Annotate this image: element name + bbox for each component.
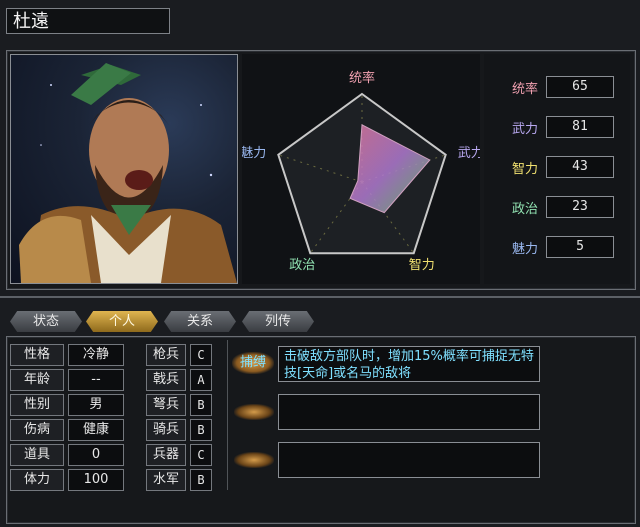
unit-row: 水军 B [146,469,222,491]
stat-row: 智力 43 [490,156,630,178]
tab-status[interactable]: 状态 [10,311,82,332]
attribute-row: 道具 0 [10,444,130,466]
unit-row: 戟兵 A [146,369,222,391]
skill-tag-capture[interactable]: 捕缚 [232,352,274,374]
stat-value: 65 [546,76,614,98]
skill-slot-empty [234,404,274,420]
attribute-label: 年龄 [10,369,64,391]
general-name: 杜遠 [6,8,170,34]
attribute-label: 道具 [10,444,64,466]
unit-row: 枪兵 C [146,344,222,366]
stat-label: 统率 [511,81,538,97]
unit-rank: C [190,344,212,366]
stat-value: 43 [546,156,614,178]
radar-label: 智力 [409,258,435,273]
unit-type-label: 兵器 [146,444,186,466]
attribute-value: 0 [68,444,124,466]
unit-row: 骑兵 B [146,419,222,441]
attribute-row: 性格 冷静 [10,344,130,366]
attribute-row: 年龄 -- [10,369,130,391]
attribute-label: 性格 [10,344,64,366]
stat-value: 81 [546,116,614,138]
stat-row: 政治 23 [490,196,630,218]
attribute-row: 体力 100 [10,469,130,491]
stat-row: 魅力 5 [490,236,630,258]
radar-svg: 统率武力智力 政治 魅力 [240,70,483,273]
general-portrait [10,54,238,284]
attribute-value: 健康 [68,419,124,441]
stats-radar-chart: 统率武力智力 政治 魅力 [240,54,484,284]
unit-type-label: 骑兵 [146,419,186,441]
stat-label: 政治 [511,201,538,217]
unit-type-label: 戟兵 [146,369,186,391]
unit-type-label: 水军 [146,469,186,491]
radar-label: 统率 [349,70,375,86]
unit-type-label: 枪兵 [146,344,186,366]
stat-value: 5 [546,236,614,258]
attribute-label: 体力 [10,469,64,491]
unit-rank: B [190,469,212,491]
unit-rank: C [190,444,212,466]
stat-row: 武力 81 [490,116,630,138]
radar-label: 武力 [458,146,480,161]
attribute-label: 伤病 [10,419,64,441]
attribute-label: 性别 [10,394,64,416]
radar-label: 魅力 [242,146,266,161]
attribute-row: 伤病 健康 [10,419,130,441]
unit-type-label: 弩兵 [146,394,186,416]
stats-list: 统率 65 武力 81 智力 43 政治 23 魅力 5 [484,54,630,284]
attribute-value: 冷静 [68,344,124,366]
stat-value: 23 [546,196,614,218]
skill-description-empty [278,442,540,478]
unit-rank: B [190,394,212,416]
portrait-illustration [19,63,237,283]
unit-aptitudes: 枪兵 C 戟兵 A 弩兵 B 骑兵 B 兵器 C 水军 B [146,340,222,492]
radar-label: 政治 [289,258,315,273]
skill-slot-empty [234,452,274,468]
stat-label: 智力 [511,161,538,177]
unit-rank: A [190,369,212,391]
tab-personal[interactable]: 个人 [86,311,158,332]
stat-label: 魅力 [511,241,538,257]
stat-row: 统率 65 [490,76,630,98]
unit-rank: B [190,419,212,441]
tab-biography[interactable]: 列传 [242,311,314,332]
attribute-row: 性别男 [10,394,130,416]
tab-relations[interactable]: 关系 [164,311,236,332]
unit-row: 兵器 C [146,444,222,466]
attribute-value: 100 [68,469,124,491]
unit-row: 弩兵 B [146,394,222,416]
skill-description-empty [278,394,540,430]
skill-description: 击破敌方部队时，增加15%概率可捕捉无特技[天命]或名马的敌将 [278,346,540,382]
section-divider [0,296,640,298]
attribute-value: -- [68,369,124,391]
attribute-value: 男 [68,394,124,416]
stat-label: 武力 [511,121,538,137]
skill-separator [227,340,228,490]
personal-attributes: 性格 冷静 年龄 -- 性别男伤病 健康 道具 0 体力 100 [10,340,130,492]
